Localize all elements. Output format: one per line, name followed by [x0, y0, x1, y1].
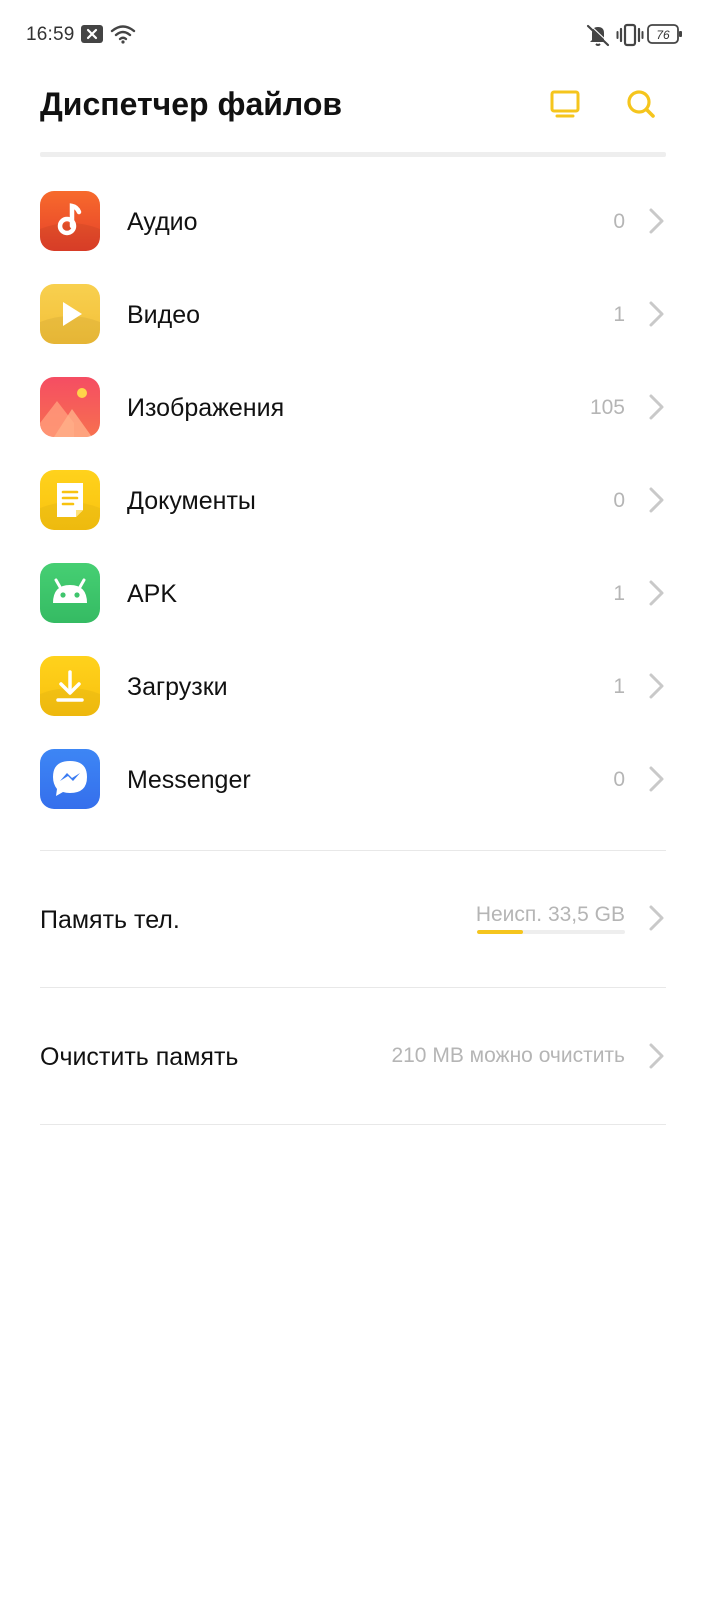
status-bar: 16:59 76	[0, 0, 720, 70]
chevron-right-icon	[649, 1043, 664, 1069]
category-label: APK	[127, 580, 178, 608]
category-count: 105	[589, 396, 625, 419]
category-apk[interactable]: APK 1	[0, 547, 720, 640]
category-count: 0	[613, 489, 625, 512]
search-icon	[627, 90, 655, 118]
category-label: Документы	[127, 487, 256, 515]
category-messenger[interactable]: Messenger 0	[0, 733, 720, 826]
row-label: Очистить память	[40, 1043, 239, 1071]
search-button[interactable]	[621, 84, 661, 124]
play-icon	[40, 284, 100, 344]
header-divider	[40, 152, 666, 157]
storage-free-value: Неисп. 33,5 GB	[475, 903, 625, 926]
document-icon	[40, 470, 100, 530]
chevron-right-icon	[649, 301, 664, 327]
category-list: Аудио 0 Видео 1 Изображения 105 Документ…	[0, 175, 720, 826]
chevron-right-icon	[649, 487, 664, 513]
divider	[40, 1124, 666, 1125]
storage-usage-fill	[477, 930, 523, 934]
status-time: 16:59	[26, 24, 75, 45]
remote-computer-icon	[550, 90, 580, 118]
category-count: 0	[613, 768, 625, 791]
clean-storage-row[interactable]: Очистить память 210 MB можно очистить	[0, 988, 720, 1124]
storage-usage-bar	[477, 930, 625, 934]
notification-close-icon	[81, 25, 103, 48]
chevron-right-icon	[649, 673, 664, 699]
category-count: 0	[613, 210, 625, 233]
messenger-icon	[40, 749, 100, 809]
category-documents[interactable]: Документы 0	[0, 454, 720, 547]
android-icon	[40, 563, 100, 623]
chevron-right-icon	[649, 208, 664, 234]
category-label: Messenger	[127, 766, 251, 794]
category-audio[interactable]: Аудио 0	[0, 175, 720, 268]
chevron-right-icon	[649, 766, 664, 792]
cleanup-value: 210 MB можно очистить	[391, 1044, 625, 1067]
chevron-right-icon	[649, 394, 664, 420]
music-note-icon	[40, 191, 100, 251]
category-images[interactable]: Изображения 105	[0, 361, 720, 454]
mute-icon	[585, 23, 611, 52]
vibrate-icon	[616, 23, 644, 52]
download-icon	[40, 656, 100, 716]
category-label: Видео	[127, 301, 201, 329]
category-count: 1	[613, 582, 625, 605]
category-downloads[interactable]: Загрузки 1	[0, 640, 720, 733]
category-label: Загрузки	[127, 673, 228, 701]
chevron-right-icon	[649, 580, 664, 606]
category-label: Изображения	[127, 394, 285, 422]
page-title: Диспетчер файлов	[40, 86, 343, 122]
category-count: 1	[613, 303, 625, 326]
wifi-icon	[110, 24, 136, 49]
image-icon	[40, 377, 100, 437]
remote-computer-button[interactable]	[545, 84, 585, 124]
chevron-right-icon	[649, 905, 664, 931]
category-label: Аудио	[127, 208, 198, 236]
battery-level: 76	[656, 28, 670, 42]
category-count: 1	[613, 675, 625, 698]
row-label: Память тел.	[40, 906, 180, 934]
phone-storage-row[interactable]: Память тел. Неисп. 33,5 GB	[0, 851, 720, 987]
category-video[interactable]: Видео 1	[0, 268, 720, 361]
battery-icon: 76	[647, 24, 683, 49]
